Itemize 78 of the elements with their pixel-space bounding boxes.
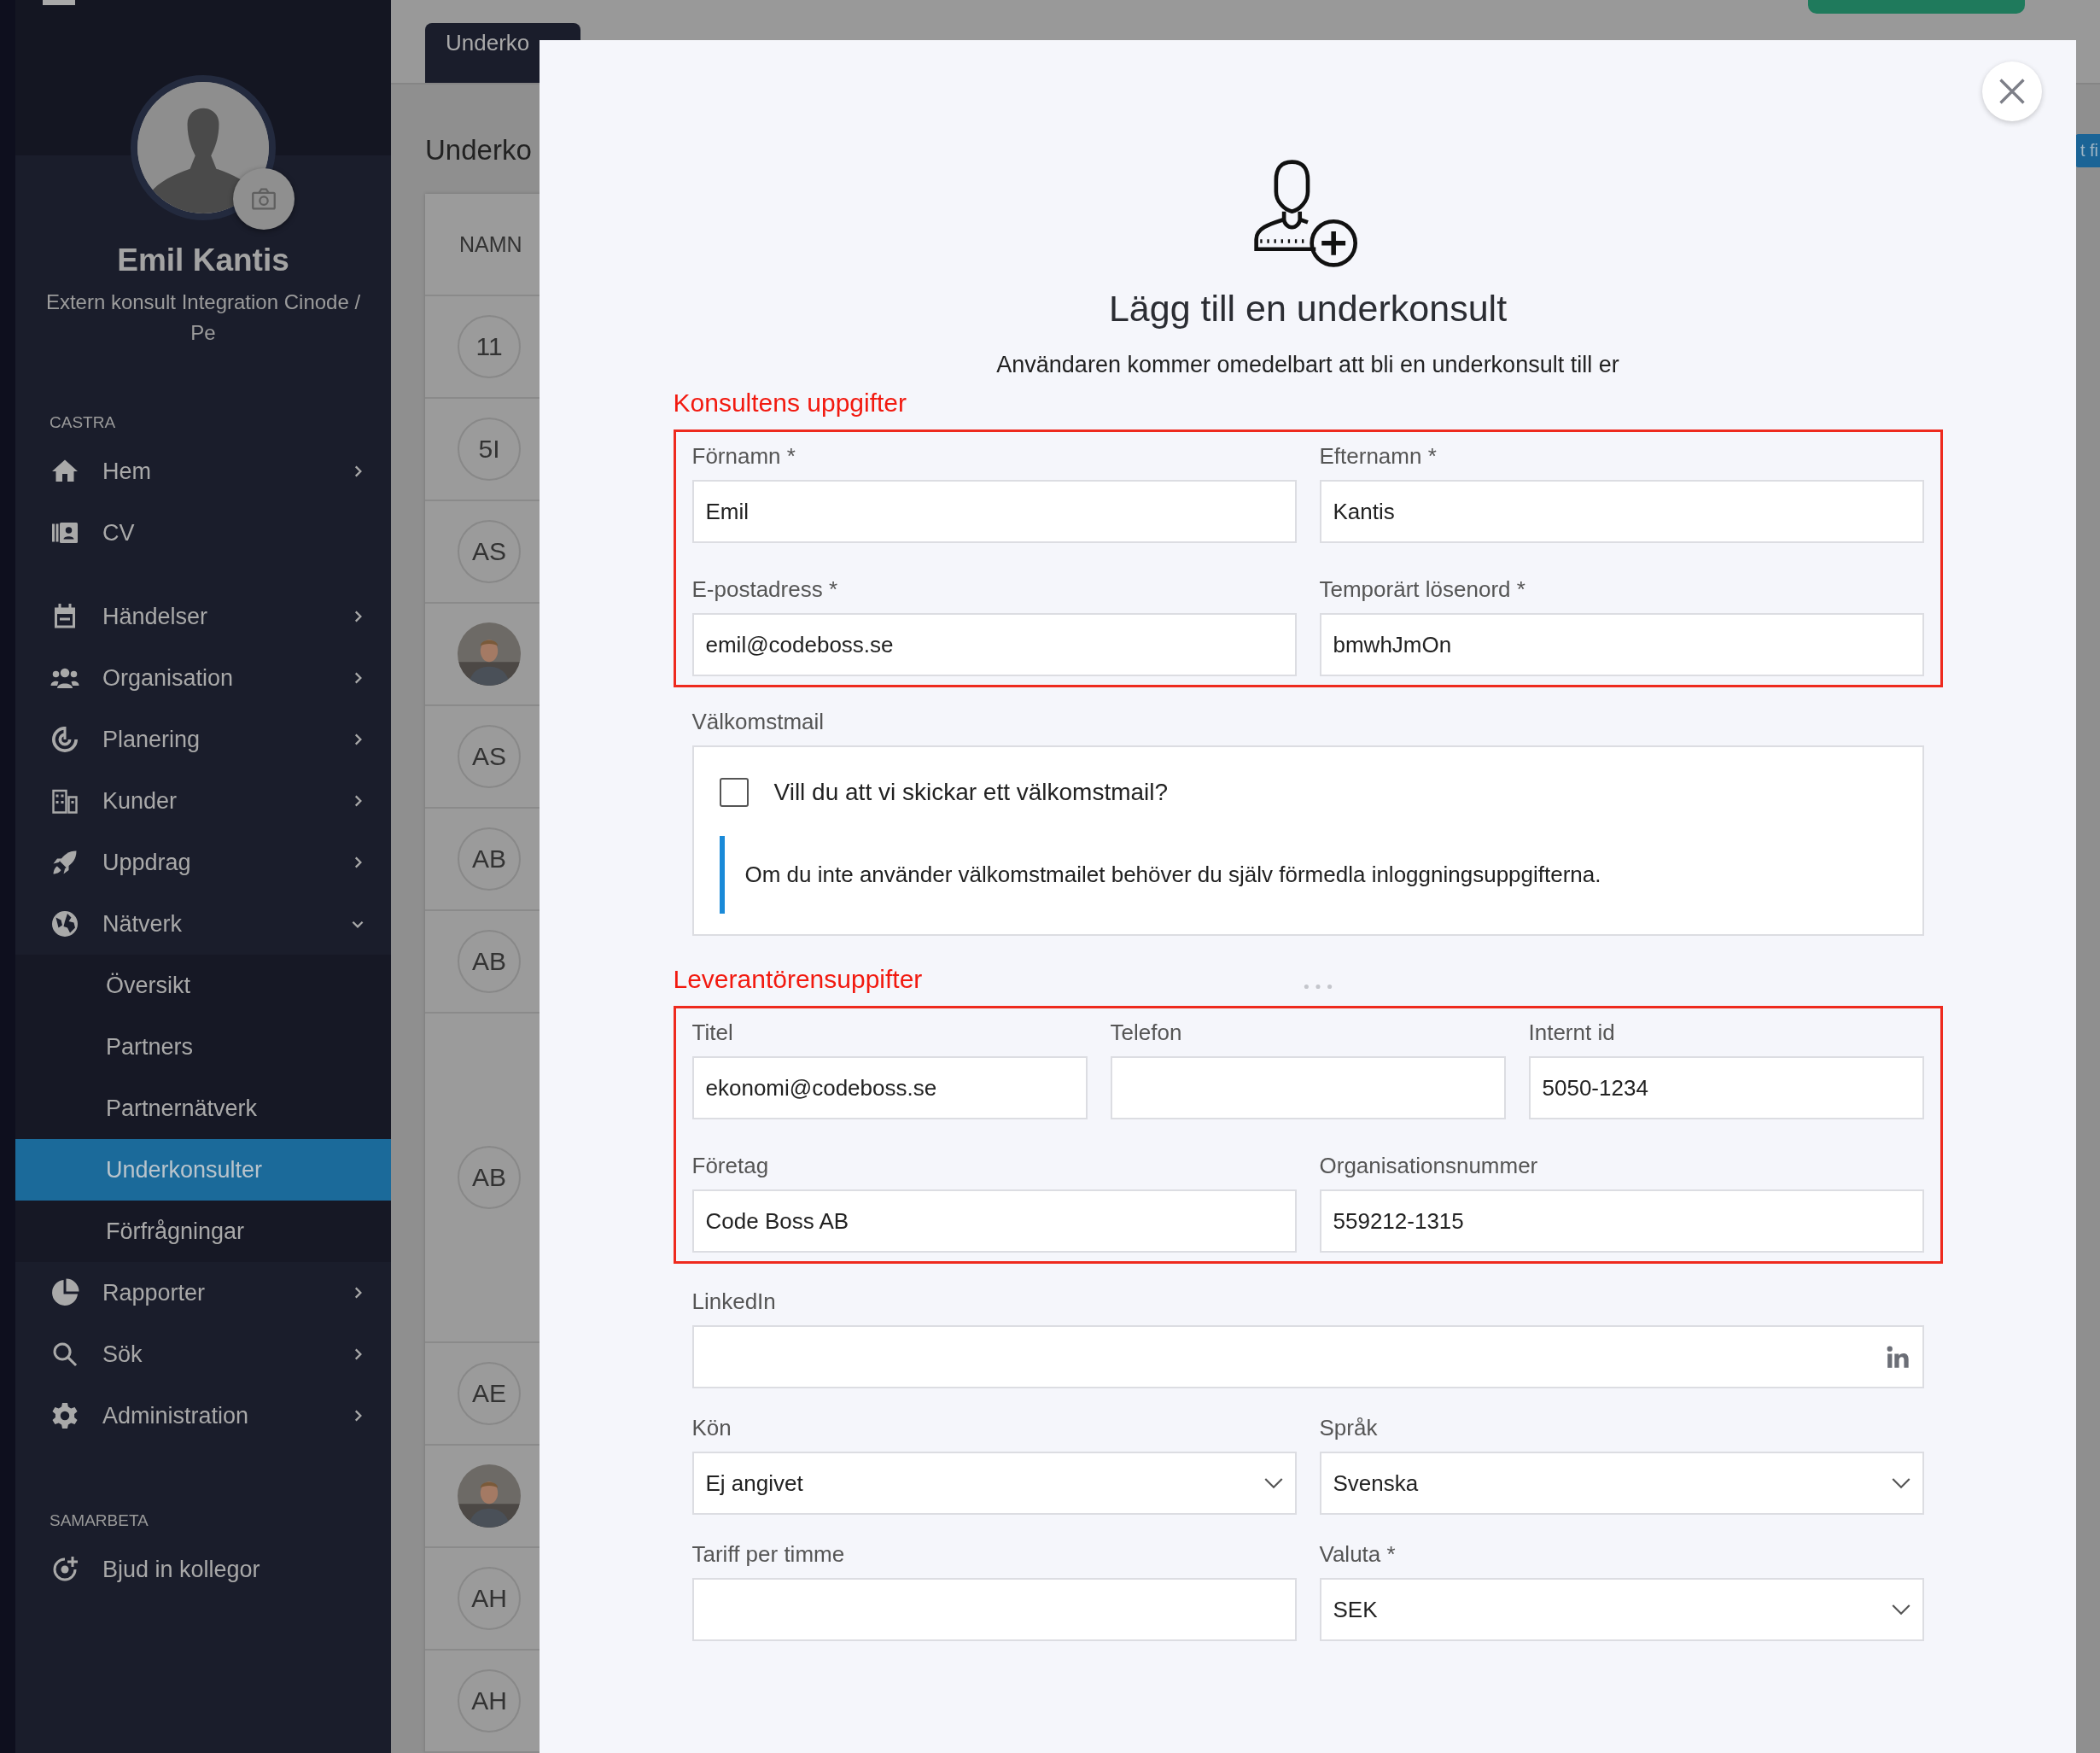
linkedin-field[interactable] [691, 1325, 1924, 1388]
globe-icon [50, 909, 80, 939]
linkedin-icon [1886, 1346, 1910, 1368]
input-field[interactable] [691, 1578, 1297, 1641]
nav-subitem[interactable]: Förfrågningar [15, 1201, 391, 1262]
initials-avatar: 5I [458, 418, 521, 481]
input-field[interactable]: 559212-1315 [1319, 1189, 1924, 1253]
field-label: E-postadress * [691, 576, 839, 603]
section-heading: SAMARBETA [49, 1511, 149, 1530]
checkbox[interactable] [719, 778, 749, 807]
nav-item[interactable]: Organisation [15, 647, 391, 709]
input-field[interactable]: Emil [691, 480, 1297, 543]
field-label: LinkedIn [691, 1288, 777, 1315]
nav-subitem[interactable]: Partners [15, 1016, 391, 1078]
nav-item[interactable]: Uppdrag [15, 832, 391, 893]
initials-avatar: AB [458, 930, 521, 993]
nav-item[interactable]: Hem [15, 441, 391, 502]
input-field[interactable]: Code Boss AB [691, 1189, 1297, 1253]
field-label: Valuta * [1319, 1540, 1397, 1568]
section-heading: Leverantörensuppifter [673, 965, 923, 994]
select-field[interactable]: SEK [1319, 1578, 1924, 1641]
field-label: Språk [1319, 1414, 1379, 1441]
chevron-icon [1891, 1477, 1910, 1489]
input-field[interactable]: Kantis [1319, 480, 1924, 543]
field-label: Organisationsnummer [1319, 1152, 1539, 1179]
section-heading: CASTRA [49, 413, 117, 432]
input-field[interactable]: bmwhJmOn [1319, 613, 1924, 676]
select-field[interactable]: Svenska [1319, 1452, 1924, 1515]
field-label: Internt id [1528, 1019, 1616, 1046]
user-name: Emil Kantis [117, 242, 289, 278]
nav-item[interactable]: Händelser [15, 586, 391, 647]
field-label: Kön [691, 1414, 732, 1441]
initials-avatar: AS [458, 725, 521, 788]
page-title: Underko [425, 134, 532, 166]
menu-icon[interactable] [43, 0, 75, 5]
initials-avatar: AB [458, 1146, 521, 1209]
nav-subitem[interactable]: Partnernätverk [15, 1078, 391, 1139]
dialog-subtitle: Användaren kommer omedelbart att bli en underkonsult till er [996, 352, 1619, 378]
close-button[interactable] [1982, 61, 2042, 121]
field-label: Titel [691, 1019, 734, 1046]
nav-item[interactable]: Administration [15, 1385, 391, 1446]
chevron-icon [1891, 1604, 1910, 1616]
field-label: Efternamn * [1319, 442, 1438, 470]
initials-avatar: 11 [458, 315, 521, 378]
pie-icon [50, 1277, 80, 1308]
field-label: Företag [691, 1152, 770, 1179]
input-field[interactable] [1110, 1056, 1506, 1119]
input-field[interactable]: 5050-1234 [1528, 1056, 1924, 1119]
initials-avatar: AE [458, 1362, 521, 1425]
nav-item[interactable]: Rapporter [15, 1262, 391, 1324]
info-note: Om du inte använder välkomstmailet behöver du själv förmedla inloggningsuppgifterna. [719, 836, 1922, 914]
drag-handle-icon[interactable] [1303, 984, 1333, 990]
nav-item[interactable]: Kunder [15, 770, 391, 832]
input-field[interactable]: ekonomi@codeboss.se [691, 1056, 1088, 1119]
initials-avatar: AS [458, 520, 521, 583]
checkbox-label: Vill du att vi skickar ett välkomstmail? [773, 779, 1169, 806]
nav-item[interactable]: Planering [15, 709, 391, 770]
initials-avatar: AB [458, 827, 521, 891]
nav-item[interactable]: Sök [15, 1324, 391, 1385]
nav-subitem[interactable]: Översikt [15, 955, 391, 1016]
section-heading: Konsultens uppgifter [673, 389, 907, 418]
nav-item[interactable]: Bjud in kollegor [15, 1539, 391, 1600]
field-label: Förnamn * [691, 442, 796, 470]
create-button[interactable] [1808, 0, 2025, 14]
field-label: Tariff per timme [691, 1540, 846, 1568]
nav-item[interactable]: CV [15, 502, 391, 564]
select-field[interactable]: Ej angivet [691, 1452, 1297, 1515]
initials-avatar: AH [458, 1669, 521, 1733]
field-label: Telefon [1110, 1019, 1183, 1046]
input-field[interactable]: emil@codeboss.se [691, 613, 1297, 676]
initials-avatar: AH [458, 1567, 521, 1630]
field-label: Temporärt lösenord * [1319, 576, 1526, 603]
user-role: Extern konsult Integration Cinode / Pe [44, 289, 362, 346]
field-label: Välkomstmail [691, 708, 825, 735]
dialog-title: Lägg till en underkonsult [1108, 288, 1508, 330]
nav-item[interactable]: Nätverk [15, 893, 391, 955]
chevron-icon [1263, 1477, 1283, 1489]
target-icon [50, 724, 80, 755]
